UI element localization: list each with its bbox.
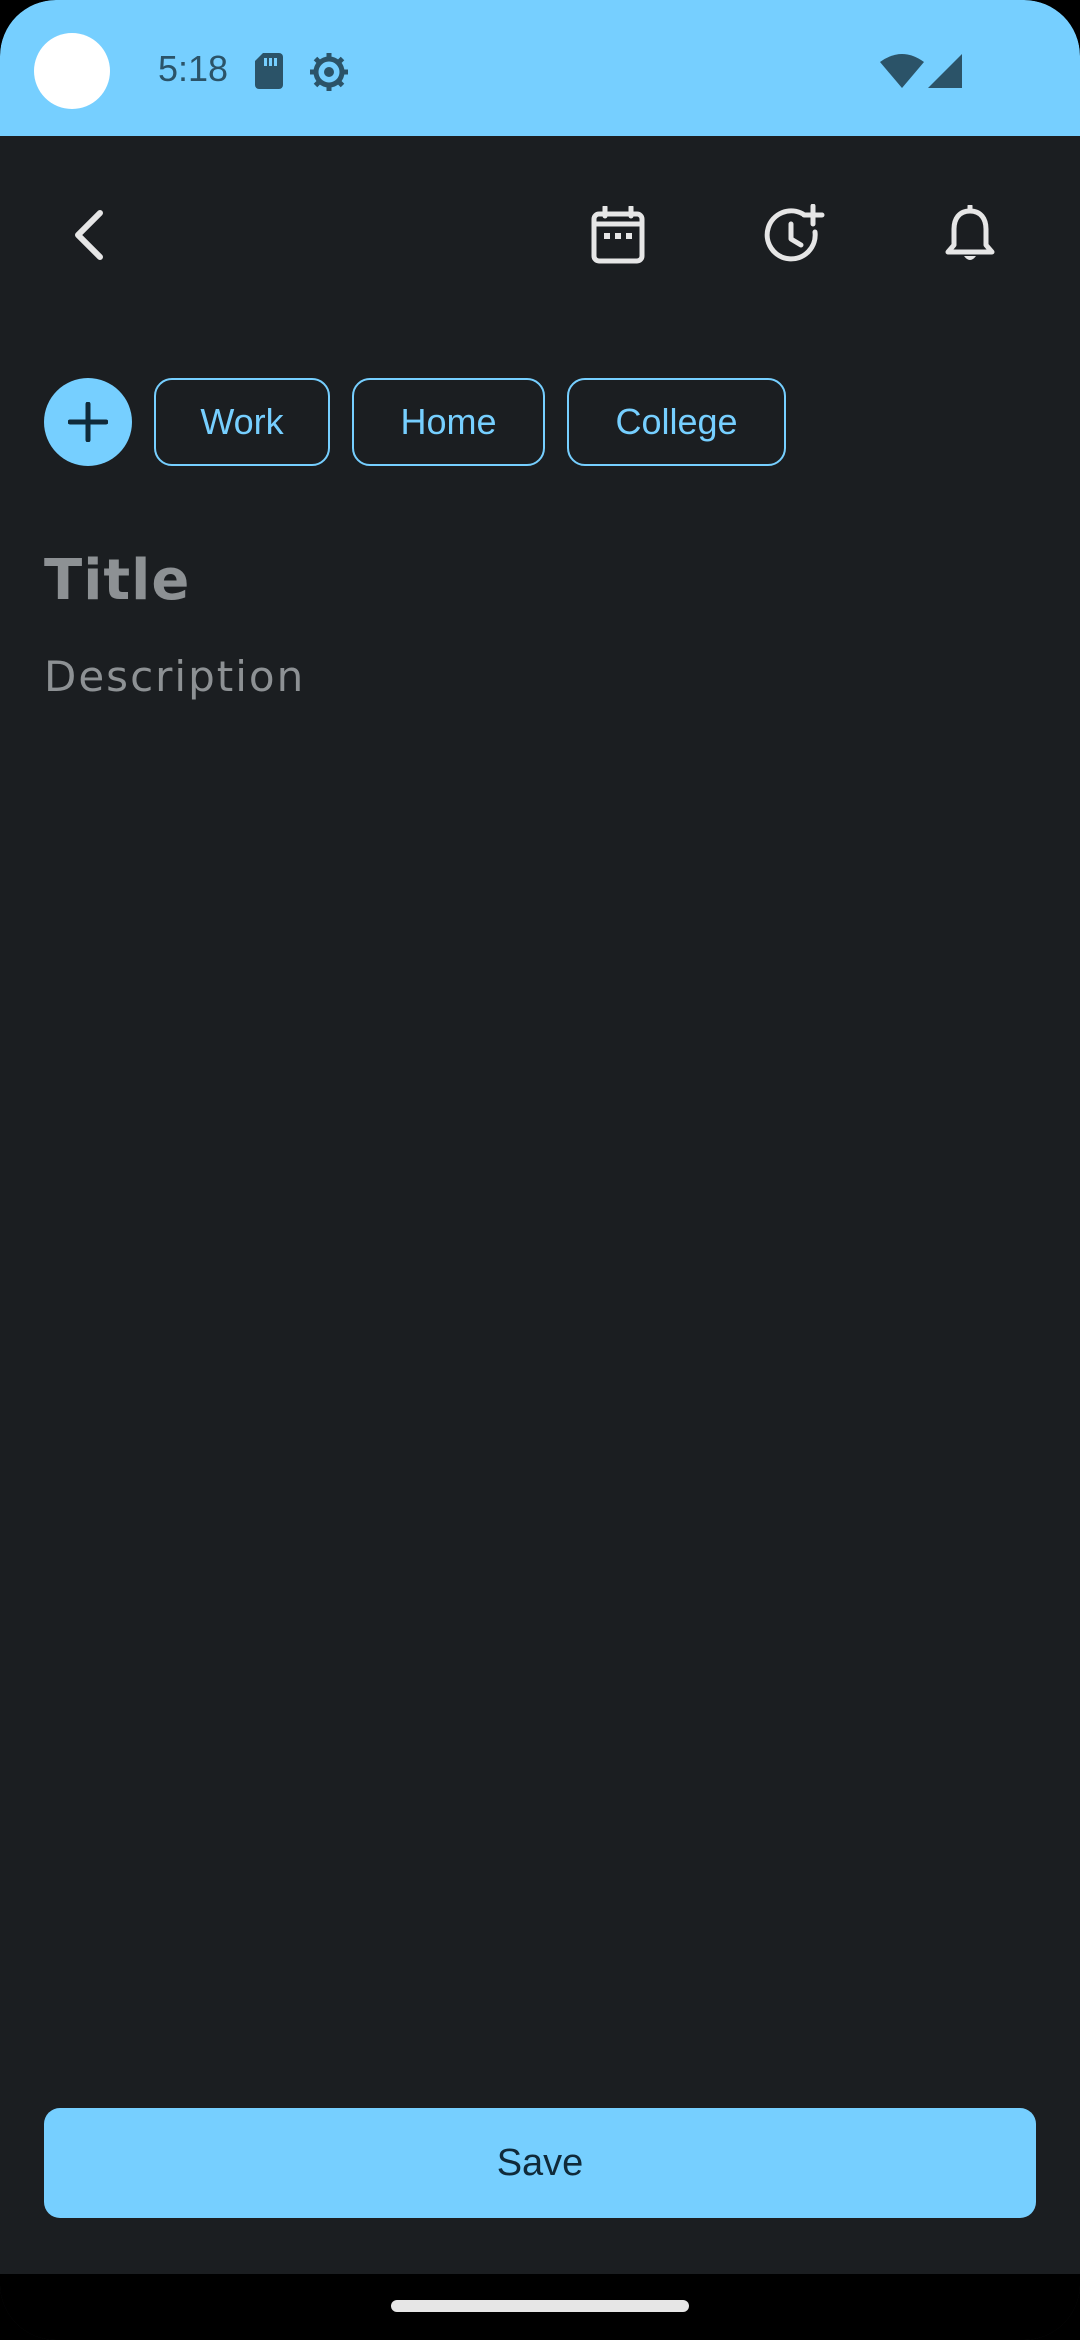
app-screen: 5:18 Work Home College Title Description… — [0, 0, 1080, 2340]
notification-button[interactable] — [932, 200, 1008, 270]
calendar-icon — [591, 206, 645, 264]
signal-icon — [928, 54, 962, 88]
add-tag-button[interactable] — [44, 378, 132, 466]
back-button[interactable] — [58, 200, 118, 270]
plus-icon — [68, 402, 108, 442]
tag-chips: Work Home College — [44, 378, 808, 466]
title-input[interactable]: Title — [44, 548, 1034, 618]
camera-cutout — [34, 33, 110, 109]
bell-icon — [945, 205, 995, 260]
sd-card-icon — [255, 53, 283, 89]
save-button[interactable]: Save — [44, 2108, 1036, 2218]
tag-chip-college[interactable]: College — [567, 378, 786, 466]
back-arrow-icon — [75, 210, 103, 260]
calendar-button[interactable] — [580, 200, 656, 270]
alarm-add-icon — [764, 204, 825, 262]
add-reminder-button[interactable] — [756, 200, 832, 270]
tag-chip-home[interactable]: Home — [352, 378, 545, 466]
tag-chip-work[interactable]: Work — [154, 378, 330, 466]
description-input[interactable]: Description — [44, 652, 1034, 708]
status-time: 5:18 — [158, 48, 229, 89]
wifi-icon — [880, 54, 924, 88]
status-bar: 5:18 — [0, 0, 1080, 136]
home-indicator[interactable] — [391, 2300, 689, 2312]
gear-icon — [310, 53, 348, 91]
